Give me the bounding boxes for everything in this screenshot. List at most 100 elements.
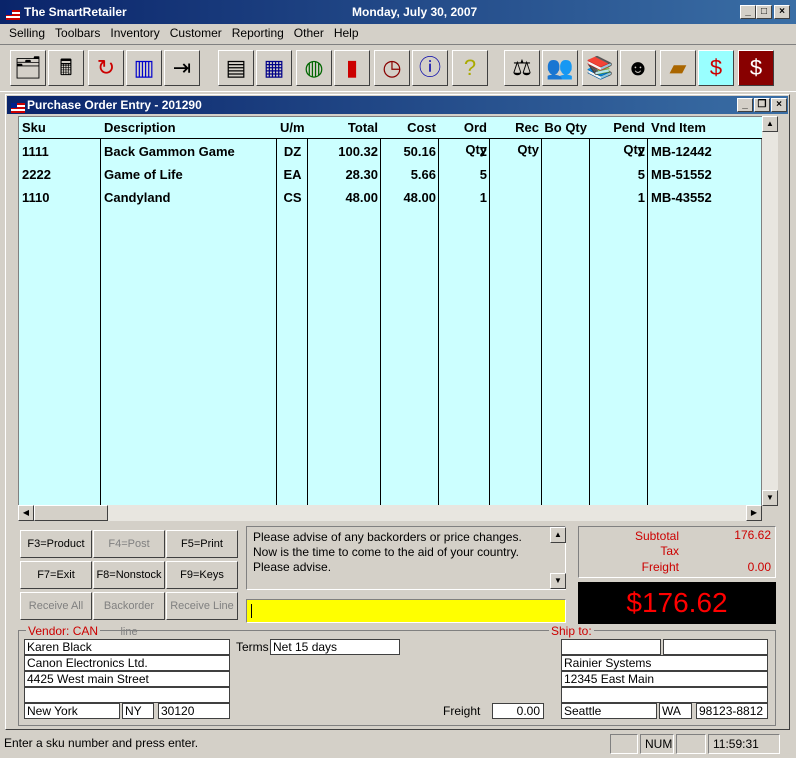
scroll-up-icon[interactable]: ▲ (762, 116, 778, 132)
header-cost[interactable]: Cost (381, 117, 439, 139)
cell-vnd-item[interactable]: MB-12442 (648, 140, 762, 163)
cell-total[interactable]: 28.30 (308, 163, 381, 186)
table-row[interactable]: 2222 Game of Life EA 28.30 5.66 5 5 MB-5… (19, 163, 762, 186)
person-icon[interactable]: ☻ (620, 50, 656, 86)
dollar-icon[interactable]: $ (698, 50, 734, 86)
scroll-thumb[interactable] (34, 505, 108, 521)
shipto-address2-field[interactable] (561, 687, 768, 703)
cell-um[interactable]: CS (277, 186, 308, 209)
vendor-address2-field[interactable] (24, 687, 230, 703)
sku-entry-input[interactable] (246, 599, 566, 623)
shipto-street-field[interactable]: 12345 East Main (561, 671, 768, 687)
cell-cost[interactable]: 5.66 (381, 163, 439, 186)
header-total[interactable]: Total (308, 117, 381, 139)
vendor-company-field[interactable]: Canon Electronics Ltd. (24, 655, 230, 671)
cell-ord-qty[interactable]: 2 (439, 140, 490, 163)
menu-inventory[interactable]: Inventory (105, 24, 164, 42)
table-row[interactable]: 1110 Candyland CS 48.00 48.00 1 1 MB-435… (19, 186, 762, 209)
shipto-field-2[interactable] (663, 639, 768, 655)
scale-icon[interactable]: ⚖ (504, 50, 540, 86)
cash-drawer-icon[interactable]: 🖩 (48, 50, 84, 86)
people-icon[interactable]: 👥 (542, 50, 578, 86)
cell-bo-qty[interactable] (542, 140, 590, 163)
cell-sku[interactable]: 2222 (19, 163, 101, 186)
scroll-down-icon[interactable]: ▼ (762, 490, 778, 506)
menu-reporting[interactable]: Reporting (227, 24, 289, 42)
header-sku[interactable]: Sku (19, 117, 101, 139)
header-bo-qty[interactable]: Bo Qty (542, 117, 590, 139)
maximize-icon[interactable]: □ (756, 5, 772, 19)
minimize-icon[interactable]: _ (740, 5, 756, 19)
menu-help[interactable]: Help (329, 24, 364, 42)
vendor-zip-field[interactable]: 30120 (158, 703, 230, 719)
cell-total[interactable]: 100.32 (308, 140, 381, 163)
refresh-icon[interactable]: ↻ (88, 50, 124, 86)
receive-all-button[interactable]: Receive All (20, 592, 92, 620)
freight-field[interactable]: 0.00 (492, 703, 544, 719)
shipto-zip-field[interactable]: 98123-8812 (696, 703, 768, 719)
cell-sku[interactable]: 1110 (19, 186, 101, 209)
cell-description[interactable]: Game of Life (101, 163, 277, 186)
header-vnd-item[interactable]: Vnd Item (648, 117, 762, 139)
terms-field[interactable]: Net 15 days (270, 639, 400, 655)
cell-cost[interactable]: 48.00 (381, 186, 439, 209)
scroll-left-icon[interactable]: ◀ (18, 505, 34, 521)
close-icon[interactable]: × (774, 5, 790, 19)
cell-rec-qty[interactable] (490, 186, 542, 209)
cell-sku[interactable]: 1111 (19, 140, 101, 163)
cell-pend-qty[interactable]: 1 (590, 186, 648, 209)
child-restore-icon[interactable]: ❐ (754, 98, 770, 112)
horizontal-scrollbar[interactable]: ◀ ▶ (18, 505, 762, 521)
globe-icon[interactable]: ◍ (296, 50, 332, 86)
receive-line-button[interactable]: Receive Line (166, 592, 238, 620)
cell-ord-qty[interactable]: 1 (439, 186, 490, 209)
memo-scroll-up-icon[interactable]: ▲ (550, 527, 566, 543)
shipto-city-field[interactable]: Seattle (561, 703, 657, 719)
child-minimize-icon[interactable]: _ (737, 98, 753, 112)
folders-icon[interactable]: ▰ (660, 50, 696, 86)
exit-door-icon[interactable]: ⇥ (164, 50, 200, 86)
table-row[interactable]: 1111 Back Gammon Game DZ 100.32 50.16 2 … (19, 140, 762, 163)
exit-button[interactable]: F7=Exit (20, 561, 92, 589)
cell-description[interactable]: Back Gammon Game (101, 140, 277, 163)
shipto-company-field[interactable]: Rainier Systems (561, 655, 768, 671)
vendor-name-field[interactable]: Karen Black (24, 639, 230, 655)
cell-um[interactable]: EA (277, 163, 308, 186)
book-icon[interactable]: ▮ (334, 50, 370, 86)
cell-rec-qty[interactable] (490, 140, 542, 163)
cell-pend-qty[interactable]: 2 (590, 140, 648, 163)
shipto-state-field[interactable]: WA (659, 703, 692, 719)
calculator-icon[interactable]: ▦ (256, 50, 292, 86)
cell-bo-qty[interactable] (542, 163, 590, 186)
header-description[interactable]: Description (101, 117, 277, 139)
scroll-right-icon[interactable]: ▶ (746, 505, 762, 521)
keys-button[interactable]: F9=Keys (166, 561, 238, 589)
help-icon[interactable]: ? (452, 50, 488, 86)
vendor-state-field[interactable]: NY (122, 703, 154, 719)
header-um[interactable]: U/m (277, 117, 308, 139)
backorder-line-button[interactable]: Backorder line (93, 592, 165, 638)
menu-other[interactable]: Other (289, 24, 329, 42)
cell-cost[interactable]: 50.16 (381, 140, 439, 163)
post-button[interactable]: F4=Post (93, 530, 165, 558)
menu-toolbars[interactable]: Toolbars (50, 24, 105, 42)
cell-um[interactable]: DZ (277, 140, 308, 163)
cell-rec-qty[interactable] (490, 163, 542, 186)
vendor-city-field[interactable]: New York (24, 703, 120, 719)
cell-ord-qty[interactable]: 5 (439, 163, 490, 186)
print-button[interactable]: F5=Print (166, 530, 238, 558)
menu-selling[interactable]: Selling (4, 24, 50, 42)
clock-icon[interactable]: ◷ (374, 50, 410, 86)
cell-vnd-item[interactable]: MB-43552 (648, 186, 762, 209)
cell-pend-qty[interactable]: 5 (590, 163, 648, 186)
books-icon[interactable]: 📚 (582, 50, 618, 86)
vertical-scrollbar[interactable]: ▲ ▼ (762, 116, 778, 506)
info-icon[interactable]: ⓘ (412, 50, 448, 86)
dollar-docs-icon[interactable]: $ (738, 50, 774, 86)
memo-scroll-down-icon[interactable]: ▼ (550, 573, 566, 589)
cell-total[interactable]: 48.00 (308, 186, 381, 209)
shipto-field-1[interactable] (561, 639, 661, 655)
nonstock-button[interactable]: F8=Nonstock (93, 561, 165, 589)
vendor-street-field[interactable]: 4425 West main Street (24, 671, 230, 687)
report-icon[interactable]: ▤ (218, 50, 254, 86)
